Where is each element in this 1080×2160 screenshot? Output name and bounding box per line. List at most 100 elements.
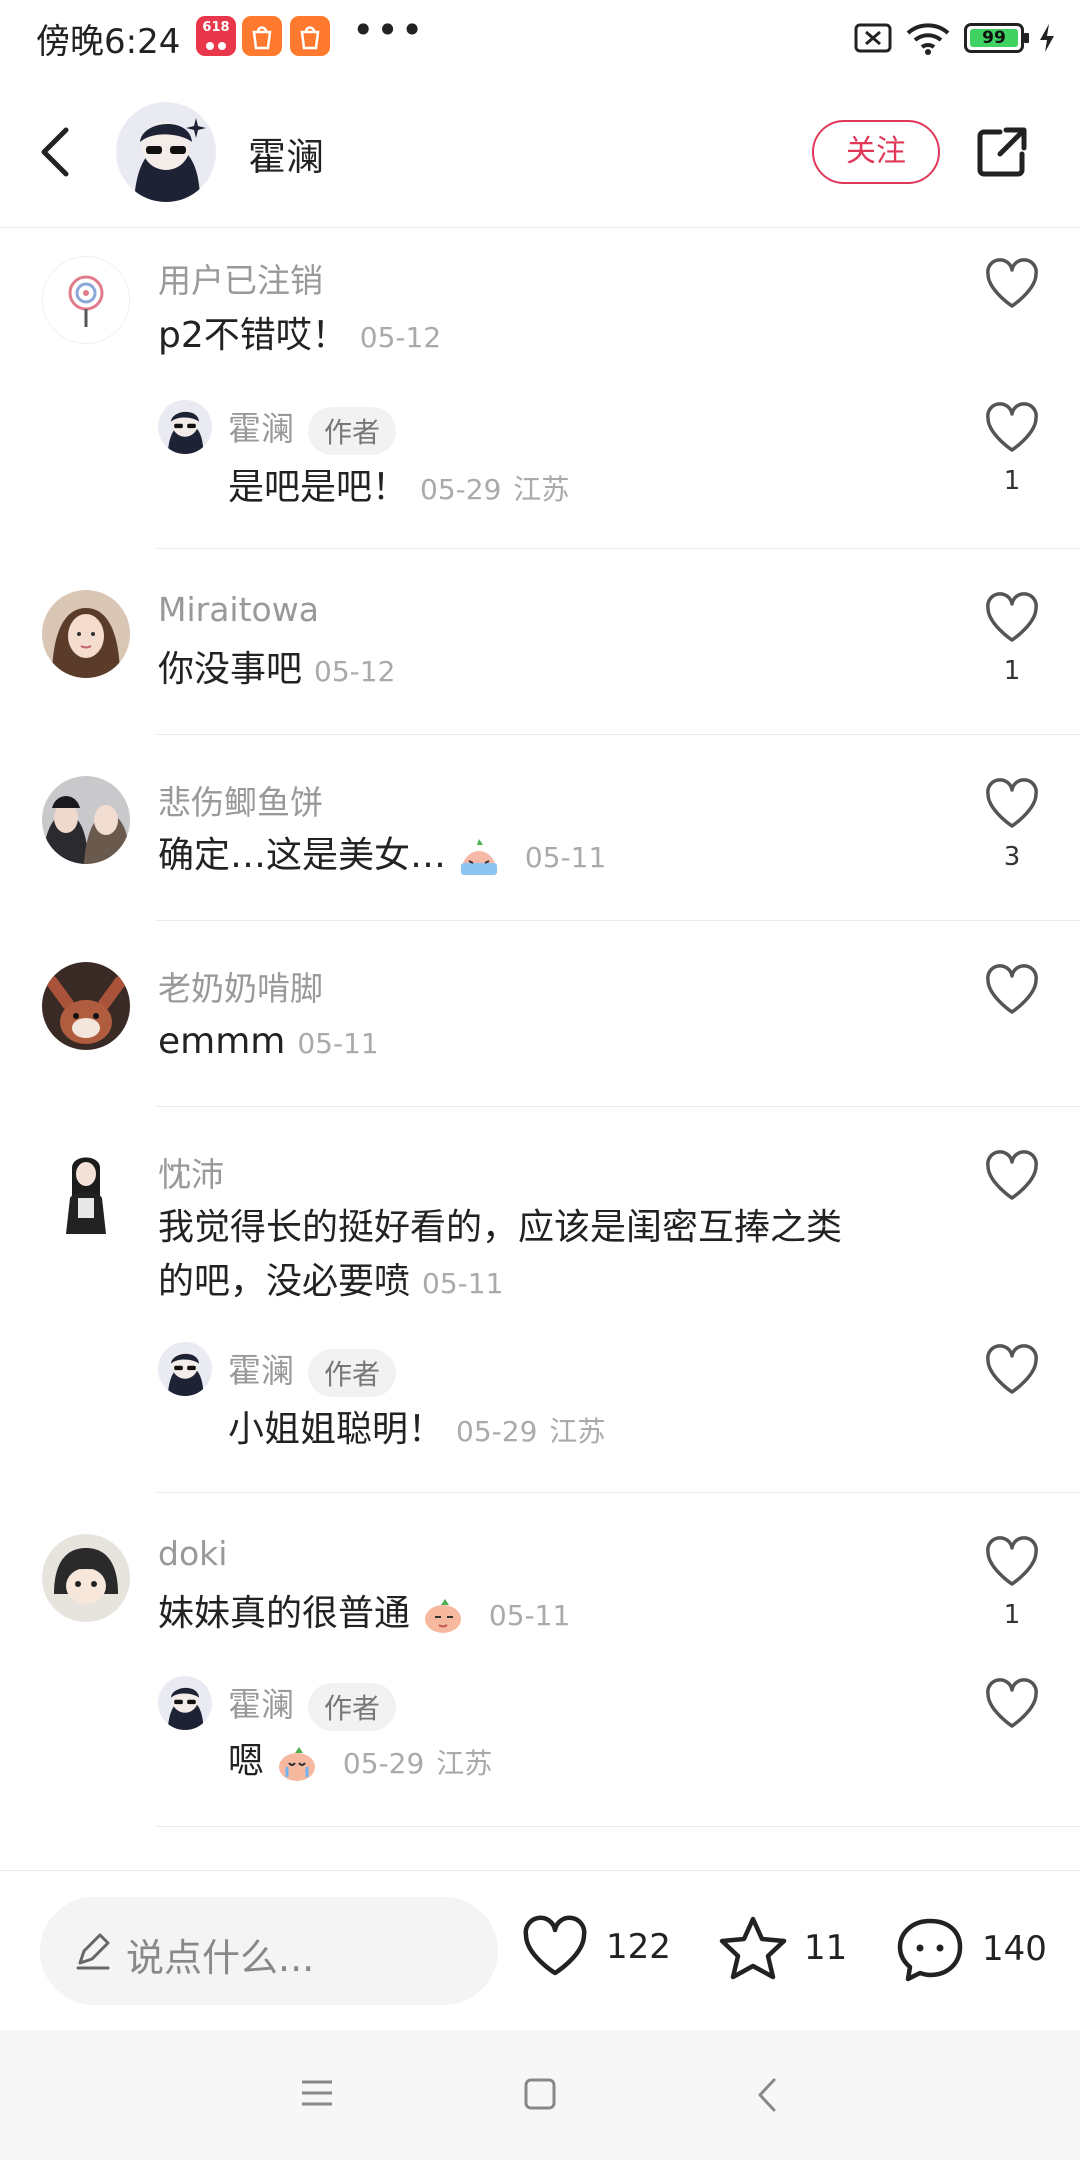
comment-text: 你没事吧 [158, 649, 303, 690]
comment-item: 用户已注销 p2不错哎！ 05-12 霍澜 作者 是吧是吧！ 05-29 江苏 1 [0, 228, 1080, 548]
bottom-action-bar: 说点什么... 122 11 140 [0, 1870, 1080, 2030]
commenter-avatar[interactable] [42, 1534, 130, 1622]
commenter-avatar[interactable] [42, 962, 130, 1050]
commenter-name[interactable]: doki [158, 1534, 227, 1573]
reply-time: 05-29 [420, 473, 502, 506]
collect-total: 11 [804, 1928, 848, 1968]
comment-text-line1: 我觉得长的挺好看的，应该是闺密互捧之类 [158, 1207, 843, 1248]
like-button[interactable] [982, 962, 1042, 1028]
author-tag: 作者 [308, 1682, 397, 1731]
divider [156, 1826, 1080, 1827]
shopping-app-icon-2 [290, 16, 330, 56]
menu-icon[interactable] [300, 2078, 334, 2108]
comment-text: 妹妹真的很普通 [158, 1593, 411, 1634]
comment-button[interactable]: 140 [894, 1915, 1047, 1983]
reply-author-name[interactable]: 霍澜 [228, 409, 294, 448]
like-heart-icon[interactable] [982, 776, 1042, 832]
commenter-name[interactable]: Miraitowa [158, 590, 319, 629]
like-count: 1 [1003, 1600, 1021, 1630]
shopping-app-icon [242, 16, 282, 56]
peach-emoji-icon [425, 1599, 462, 1633]
post-header: 霍澜 关注 [0, 76, 1080, 228]
commenter-name[interactable]: 忱沛 [158, 1148, 224, 1196]
battery-icon: 99 [964, 23, 1029, 53]
reply-text: 嗯 [228, 1741, 265, 1782]
comment-item: 忱沛 我觉得长的挺好看的，应该是闺密互捧之类 的吧，没必要喷 05-11 霍澜 作者… [0, 1106, 1080, 1492]
commenter-avatar[interactable] [42, 590, 130, 678]
pen-icon [76, 1933, 110, 1970]
commenter-avatar[interactable] [42, 256, 130, 344]
comment-time: 05-12 [359, 321, 442, 354]
reply-location: 江苏 [436, 1747, 493, 1780]
status-bar: 傍晚6:24 618 ••• 99 [0, 0, 1080, 76]
back-arrow-icon[interactable] [30, 120, 86, 184]
system-nav-bar [0, 2030, 1080, 2160]
like-heart-icon[interactable] [982, 1148, 1042, 1204]
like-heart-icon[interactable] [982, 1676, 1042, 1732]
comment-item: 老奶奶啃脚 emmm 05-11 [0, 920, 1080, 1106]
reply-text: 是吧是吧！ [228, 467, 409, 508]
commenter-name[interactable]: 悲伤鲫鱼饼 [158, 776, 323, 824]
star-icon[interactable] [718, 1915, 788, 1981]
comment-item: 悲伤鲫鱼饼 确定…这是美女… 05-11 3 [0, 734, 1080, 920]
comment-text: emmm [158, 1021, 286, 1062]
back-nav-icon[interactable] [756, 2078, 778, 2112]
like-button[interactable]: 3 [982, 776, 1042, 872]
reply-avatar[interactable] [158, 1342, 212, 1396]
like-button[interactable]: 1 [982, 1534, 1042, 1630]
like-post-button[interactable]: 122 [520, 1915, 671, 1979]
like-count: 1 [1003, 656, 1021, 686]
author-tag: 作者 [308, 406, 397, 455]
no-sim-icon [854, 23, 892, 53]
like-heart-icon[interactable] [982, 400, 1042, 456]
reply-time: 05-29 [456, 1415, 538, 1448]
commenter-name[interactable]: 用户已注销 [158, 254, 323, 302]
comment-total: 140 [982, 1929, 1047, 1969]
comment-text: 确定…这是美女… [158, 835, 447, 876]
reply-avatar[interactable] [158, 400, 212, 454]
comment-text-line2: 的吧，没必要喷 [158, 1261, 411, 1302]
like-heart-icon[interactable] [982, 1342, 1042, 1398]
charging-icon [1040, 24, 1054, 52]
like-heart-icon[interactable] [982, 962, 1042, 1018]
comment-item: doki 妹妹真的很普通 05-11 1 霍澜 作者 嗯 05-29 江苏 [0, 1492, 1080, 1826]
battery-level: 99 [982, 28, 1006, 48]
more-notifications-icon: ••• [352, 8, 426, 52]
app-618-icon: 618 [196, 16, 236, 56]
author-tag: 作者 [308, 1348, 397, 1397]
commenter-name[interactable]: 老奶奶啃脚 [158, 962, 323, 1010]
comment-text: p2不错哎！ [158, 315, 348, 356]
comment-time: 05-11 [297, 1027, 379, 1060]
comment-input[interactable]: 说点什么... [40, 1897, 498, 2005]
reply-time: 05-29 [342, 1747, 425, 1780]
reply-location: 江苏 [513, 473, 570, 506]
reply-avatar[interactable] [158, 1676, 212, 1730]
heart-icon[interactable] [520, 1915, 590, 1979]
follow-button[interactable]: 关注 [812, 120, 940, 184]
like-heart-icon[interactable] [982, 1534, 1042, 1590]
status-time: 傍晚6:24 [36, 22, 181, 62]
reply-author-name[interactable]: 霍澜 [228, 1685, 294, 1724]
like-heart-icon[interactable] [982, 256, 1042, 312]
crying-emoji-icon [461, 839, 498, 875]
reply-text: 小姐姐聪明！ [228, 1409, 445, 1450]
reply-like-button[interactable]: 1 [982, 400, 1042, 496]
like-button[interactable]: 1 [982, 590, 1042, 686]
collect-button[interactable]: 11 [718, 1915, 847, 1981]
like-heart-icon[interactable] [982, 590, 1042, 646]
commenter-avatar[interactable] [42, 776, 130, 864]
like-count: 3 [1003, 842, 1021, 872]
crying-peach-emoji-icon [279, 1747, 316, 1781]
like-total: 122 [606, 1927, 671, 1967]
share-icon[interactable] [972, 122, 1032, 182]
comment-time: 05-11 [488, 1599, 571, 1632]
wifi-icon [906, 23, 950, 55]
comment-time: 05-11 [422, 1267, 504, 1300]
comment-item: Miraitowa 你没事吧 05-12 1 [0, 548, 1080, 734]
home-icon[interactable] [524, 2078, 556, 2110]
reply-author-name[interactable]: 霍澜 [228, 1351, 294, 1390]
author-name[interactable]: 霍澜 [248, 126, 324, 181]
commenter-avatar[interactable] [42, 1148, 130, 1236]
comment-bubble-icon[interactable] [894, 1915, 966, 1983]
author-avatar[interactable] [116, 102, 216, 202]
